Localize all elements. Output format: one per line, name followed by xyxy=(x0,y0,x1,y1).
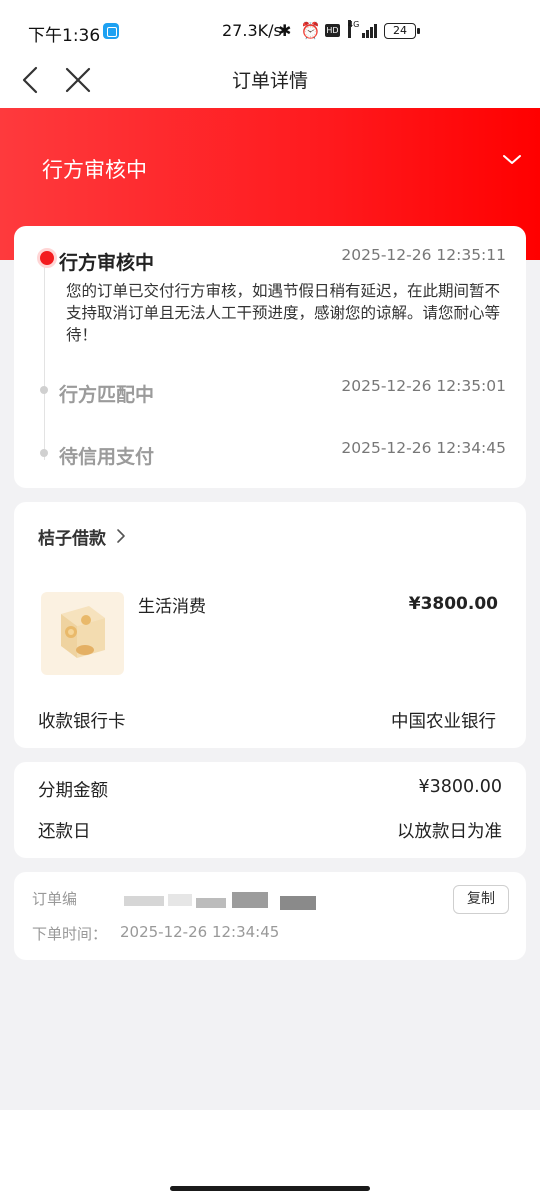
status-bar: 下午1:36 27.3K/s ✱ ⏰ HD 4G 24 xyxy=(0,0,540,56)
installment-amount-label: 分期金额 xyxy=(38,781,108,801)
timeline-time: 2025-12-26 12:35:01 xyxy=(341,377,506,395)
amount-card: 分期金额 ¥3800.00 还款日 以放款日为准 xyxy=(14,762,526,858)
timeline-time: 2025-12-26 12:34:45 xyxy=(341,439,506,457)
banner-status-title: 行方审核中 xyxy=(42,158,147,182)
order-info-card: 订单编 复制 下单时间： 2025-12-26 12:34:45 xyxy=(14,872,526,960)
hd-icon: HD xyxy=(325,24,340,37)
repayment-day-label: 还款日 xyxy=(38,822,91,842)
timeline-title: 行方匹配中 xyxy=(59,384,155,406)
merchant-link[interactable]: 桔子借款 xyxy=(38,524,106,549)
product-name: 生活消费 xyxy=(138,597,206,617)
order-number-label: 订单编 xyxy=(32,890,78,908)
timeline-title: 行方审核中 xyxy=(59,252,155,274)
bank-card-label: 收款银行卡 xyxy=(38,712,126,732)
chevron-down-icon xyxy=(503,155,521,164)
redacted-order-number xyxy=(124,892,316,910)
timeline-dot xyxy=(40,386,48,394)
signal-icon: 4G xyxy=(348,20,378,38)
order-time-value: 2025-12-26 12:34:45 xyxy=(120,923,280,941)
nav-bar: 订单详情 xyxy=(0,56,540,108)
timeline-line xyxy=(44,260,45,460)
product-card: 桔子借款 生活消费 ¥3800.00 收款银行卡 中国农业银行 xyxy=(14,502,526,748)
installment-amount-value: ¥3800.00 xyxy=(418,777,502,797)
coin-box-icon xyxy=(61,606,105,658)
home-indicator[interactable] xyxy=(170,1186,370,1191)
timeline-title: 待信用支付 xyxy=(59,446,155,468)
app-notification-icon xyxy=(103,23,119,39)
status-time: 下午1:36 xyxy=(28,26,101,46)
bluetooth-alarm-icons: ✱ ⏰ xyxy=(278,21,323,40)
product-thumbnail xyxy=(41,592,124,675)
timeline-dot xyxy=(40,449,48,457)
progress-timeline-card: 行方审核中 2025-12-26 12:35:11 您的订单已交付行方审核，如遇… xyxy=(14,226,526,488)
page-title: 订单详情 xyxy=(231,70,308,92)
copy-order-number-button[interactable]: 复制 xyxy=(453,885,509,914)
battery-icon: 24 xyxy=(384,23,420,39)
order-time-label: 下单时间： xyxy=(32,925,108,943)
timeline-description: 您的订单已交付行方审核，如遇节假日稍有延迟，在此期间暂不支持取消订单且无法人工干… xyxy=(66,282,501,344)
repayment-day-value: 以放款日为准 xyxy=(397,822,502,842)
expand-button[interactable] xyxy=(500,148,524,172)
chevron-right-icon xyxy=(117,529,125,543)
bank-card-value: 中国农业银行 xyxy=(391,712,496,732)
timeline-active-dot xyxy=(37,248,57,268)
product-price: ¥3800.00 xyxy=(408,594,498,614)
network-type-label: 4G xyxy=(348,20,359,38)
network-speed: 27.3K/s xyxy=(222,21,282,40)
timeline-time: 2025-12-26 12:35:11 xyxy=(341,246,506,264)
